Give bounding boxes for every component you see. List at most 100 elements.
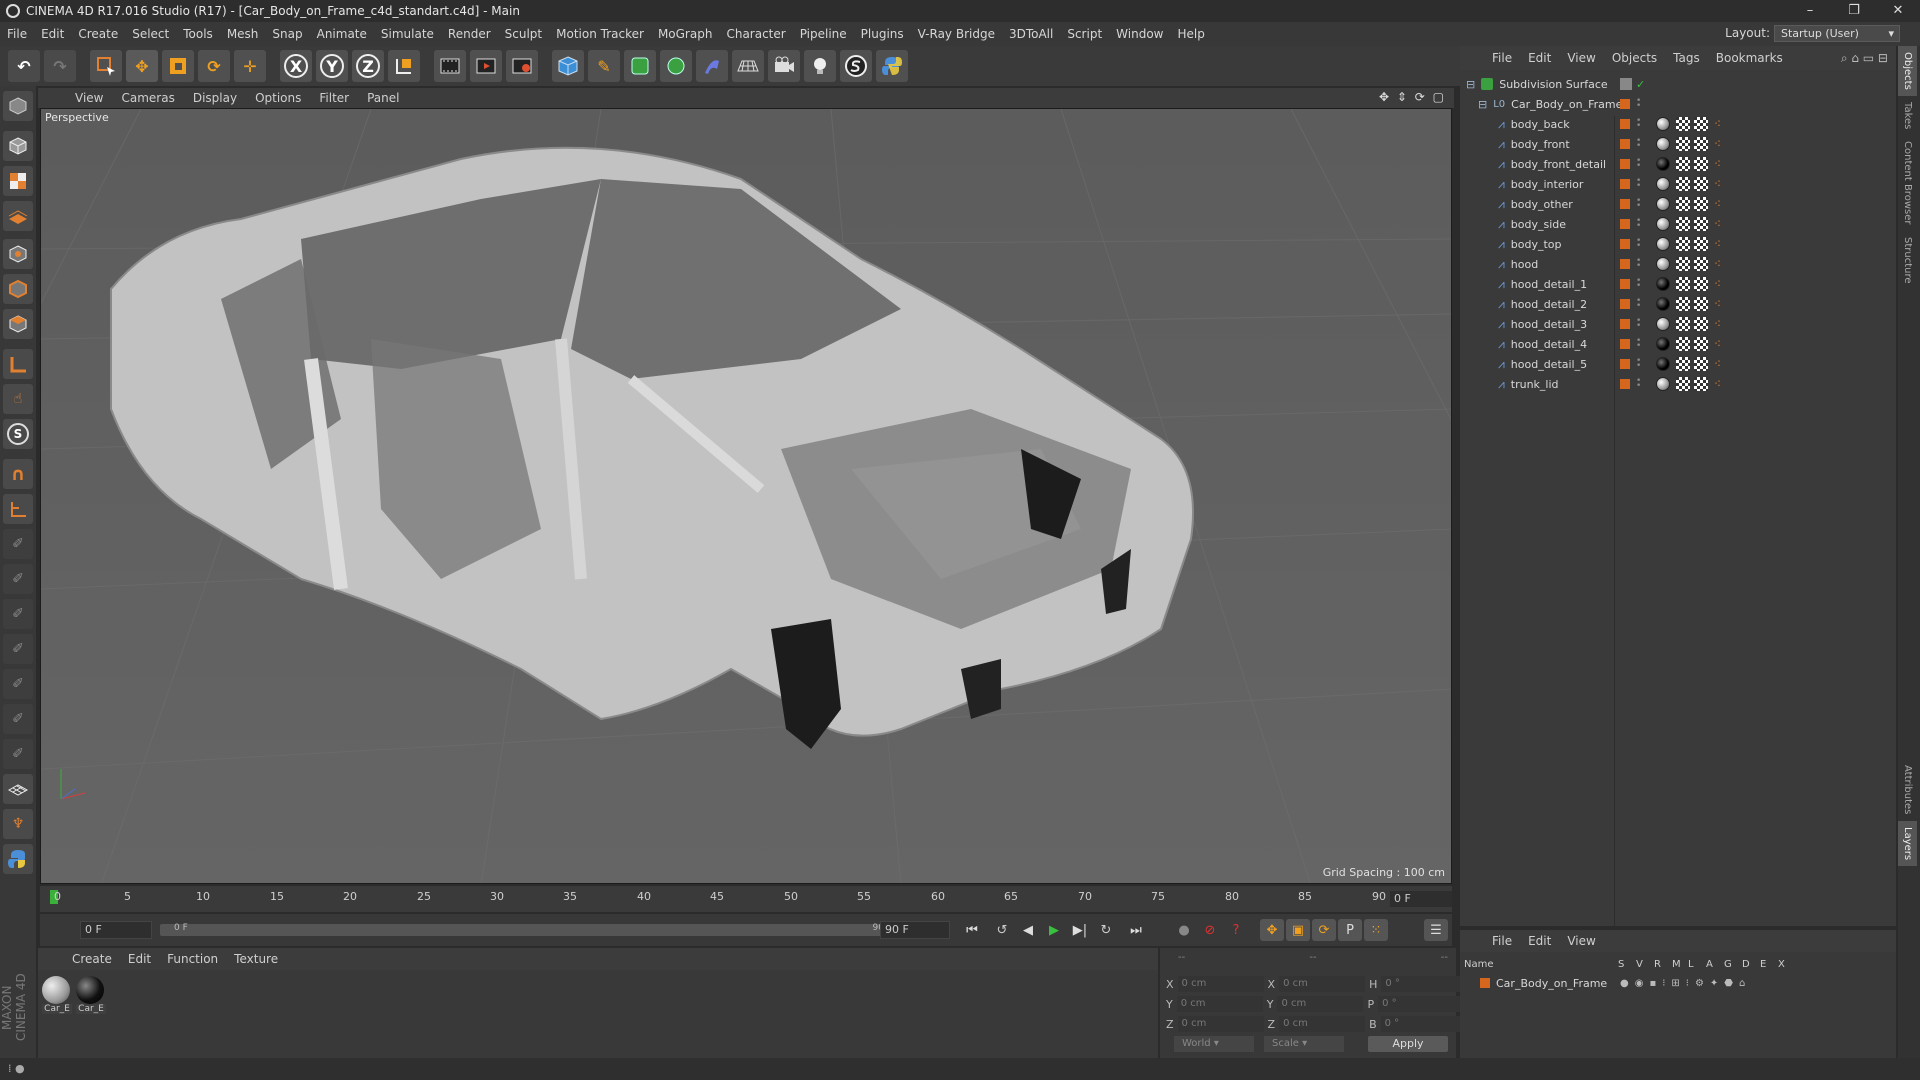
- visibility-dots-icon[interactable]: • •: [1636, 137, 1641, 151]
- texture-tag-icon[interactable]: [1694, 177, 1708, 191]
- phong-tag-icon[interactable]: ⁖: [1714, 237, 1721, 251]
- material-tag-icon[interactable]: [1656, 237, 1670, 251]
- layer-color-icon[interactable]: [1620, 179, 1630, 189]
- object-row-subdivision[interactable]: ⊟ Subdivision Surface ✓: [1460, 74, 1896, 94]
- object-menu-edit[interactable]: Edit: [1520, 51, 1559, 65]
- visibility-dots-icon[interactable]: • •: [1636, 357, 1641, 371]
- axis-mode-icon[interactable]: [3, 349, 33, 379]
- sculpt-pull-icon[interactable]: ✐: [3, 564, 33, 594]
- material-tag-icon[interactable]: [1656, 117, 1670, 131]
- move-icon[interactable]: ✥: [126, 50, 158, 82]
- visibility-dots-icon[interactable]: • •: [1636, 217, 1641, 231]
- uvw-tag-icon[interactable]: [1676, 177, 1690, 191]
- visibility-dots-icon[interactable]: • •: [1636, 177, 1641, 191]
- transform-mode-dropdown[interactable]: Scale ▾: [1264, 1036, 1344, 1052]
- material-tag-icon[interactable]: [1656, 337, 1670, 351]
- scale-icon[interactable]: [162, 50, 194, 82]
- coordinate-mode-dropdown[interactable]: World ▾: [1174, 1036, 1254, 1052]
- maximize-button[interactable]: ❐: [1832, 0, 1876, 22]
- object-row-group[interactable]: ⊟ L0 Car_Body_on_Frame • •: [1460, 94, 1896, 114]
- material-menu-function[interactable]: Function: [159, 952, 226, 966]
- uvw-tag-icon[interactable]: [1676, 137, 1690, 151]
- object-row[interactable]: ⩘ trunk_lid • • ⁖: [1460, 374, 1896, 394]
- magnet-icon[interactable]: ∩: [3, 459, 33, 489]
- uvw-tag-icon[interactable]: [1676, 157, 1690, 171]
- size-y-field[interactable]: 0 cm: [1277, 996, 1364, 1012]
- phong-tag-icon[interactable]: ⁖: [1714, 277, 1721, 291]
- planar-workplane-icon[interactable]: [3, 494, 33, 524]
- rotate-icon[interactable]: ⟳: [198, 50, 230, 82]
- live-select-icon[interactable]: [90, 50, 122, 82]
- subdivision-icon[interactable]: [624, 50, 656, 82]
- object-row[interactable]: ⩘ hood_detail_4 • • ⁖: [1460, 334, 1896, 354]
- key-position-icon[interactable]: ✥: [1260, 919, 1284, 941]
- sculpt-inflate-icon[interactable]: ✐: [3, 669, 33, 699]
- sculpt-smooth-icon[interactable]: ✐: [3, 599, 33, 629]
- edit-render-settings-icon[interactable]: [506, 50, 538, 82]
- menu-plugins[interactable]: Plugins: [854, 27, 911, 41]
- object-menu-bookmarks[interactable]: Bookmarks: [1708, 51, 1791, 65]
- next-key-icon[interactable]: ↻: [1094, 919, 1118, 941]
- spline-snap-icon[interactable]: ♆: [3, 809, 33, 839]
- phong-tag-icon[interactable]: ⁖: [1714, 137, 1721, 151]
- close-button[interactable]: ✕: [1876, 0, 1920, 22]
- object-row[interactable]: ⩘ hood_detail_2 • • ⁖: [1460, 294, 1896, 314]
- layer-color-icon[interactable]: [1620, 299, 1630, 309]
- size-x-field[interactable]: 0 cm: [1279, 976, 1366, 992]
- object-row[interactable]: ⩘ hood • • ⁖: [1460, 254, 1896, 274]
- texture-tag-icon[interactable]: [1694, 117, 1708, 131]
- visibility-dots-icon[interactable]: • •: [1636, 197, 1641, 211]
- tab-structure[interactable]: Structure: [1898, 231, 1917, 290]
- z-axis-icon[interactable]: Z: [352, 50, 384, 82]
- object-row[interactable]: ⩘ hood_detail_1 • • ⁖: [1460, 274, 1896, 294]
- pen-icon[interactable]: ✎: [588, 50, 620, 82]
- material-menu-texture[interactable]: Texture: [226, 952, 286, 966]
- uvw-tag-icon[interactable]: [1676, 217, 1690, 231]
- start-frame-field[interactable]: 0 F: [80, 921, 152, 939]
- layer-color-icon[interactable]: [1620, 319, 1630, 329]
- viewport-navigation-icons[interactable]: ✥ ⇕ ⟳ ▢: [1379, 90, 1446, 104]
- material-tag-icon[interactable]: [1656, 277, 1670, 291]
- phong-tag-icon[interactable]: ⁖: [1714, 377, 1721, 391]
- object-row[interactable]: ⩘ hood_detail_3 • • ⁖: [1460, 314, 1896, 334]
- viewport-menu-filter[interactable]: Filter: [310, 91, 358, 105]
- position-y-field[interactable]: 0 cm: [1176, 996, 1263, 1012]
- menu-create[interactable]: Create: [71, 27, 125, 41]
- phong-tag-icon[interactable]: ⁖: [1714, 357, 1721, 371]
- uvw-tag-icon[interactable]: [1676, 117, 1690, 131]
- tab-attributes[interactable]: Attributes: [1898, 759, 1917, 820]
- go-to-start-icon[interactable]: ⏮: [960, 919, 984, 941]
- enabled-check-icon[interactable]: ✓: [1636, 78, 1645, 91]
- object-row[interactable]: ⩘ body_top • • ⁖: [1460, 234, 1896, 254]
- mograph-cloner-icon[interactable]: [660, 50, 692, 82]
- object-manager-search-icon[interactable]: ⌕ ⌂ ▭ ⊟: [1841, 51, 1888, 66]
- material-tag-icon[interactable]: [1656, 177, 1670, 191]
- record-keys-icon[interactable]: ●: [1172, 919, 1196, 941]
- material-tag-icon[interactable]: [1656, 157, 1670, 171]
- visibility-dots-icon[interactable]: • •: [1636, 257, 1641, 271]
- visibility-dots-icon[interactable]: • •: [1636, 157, 1641, 171]
- timeline-layout-icon[interactable]: ☰: [1424, 919, 1448, 941]
- material-swatch[interactable]: Car_E: [76, 976, 106, 1014]
- material-tag-icon[interactable]: [1656, 317, 1670, 331]
- layer-toggle-icons[interactable]: ●◉▪⁝⊞⁝⚙✦⬣⌂: [1620, 978, 1751, 989]
- apply-button[interactable]: Apply: [1368, 1036, 1448, 1052]
- timeline-ruler[interactable]: 0 5 10 15 20 25 30 35 40 45 50 55 60 65 …: [40, 886, 1452, 912]
- visibility-dots-icon[interactable]: • •: [1636, 237, 1641, 251]
- undo-icon[interactable]: ↶: [8, 50, 40, 82]
- tab-objects[interactable]: Objects: [1898, 46, 1917, 96]
- key-pla-icon[interactable]: ⁙: [1364, 919, 1388, 941]
- object-row[interactable]: ⩘ body_interior • • ⁖: [1460, 174, 1896, 194]
- menu-snap[interactable]: Snap: [265, 27, 309, 41]
- uvw-tag-icon[interactable]: [1676, 297, 1690, 311]
- menu-character[interactable]: Character: [719, 27, 792, 41]
- menu-edit[interactable]: Edit: [34, 27, 71, 41]
- layer-color-icon[interactable]: [1620, 99, 1630, 109]
- menu-animate[interactable]: Animate: [310, 27, 374, 41]
- floor-icon[interactable]: [732, 50, 764, 82]
- edges-mode-icon[interactable]: [3, 274, 33, 304]
- camera-icon[interactable]: [768, 50, 800, 82]
- current-frame-field[interactable]: 0 F: [1390, 891, 1452, 907]
- render-picture-viewer-icon[interactable]: [470, 50, 502, 82]
- viewport-menu-cameras[interactable]: Cameras: [112, 91, 183, 105]
